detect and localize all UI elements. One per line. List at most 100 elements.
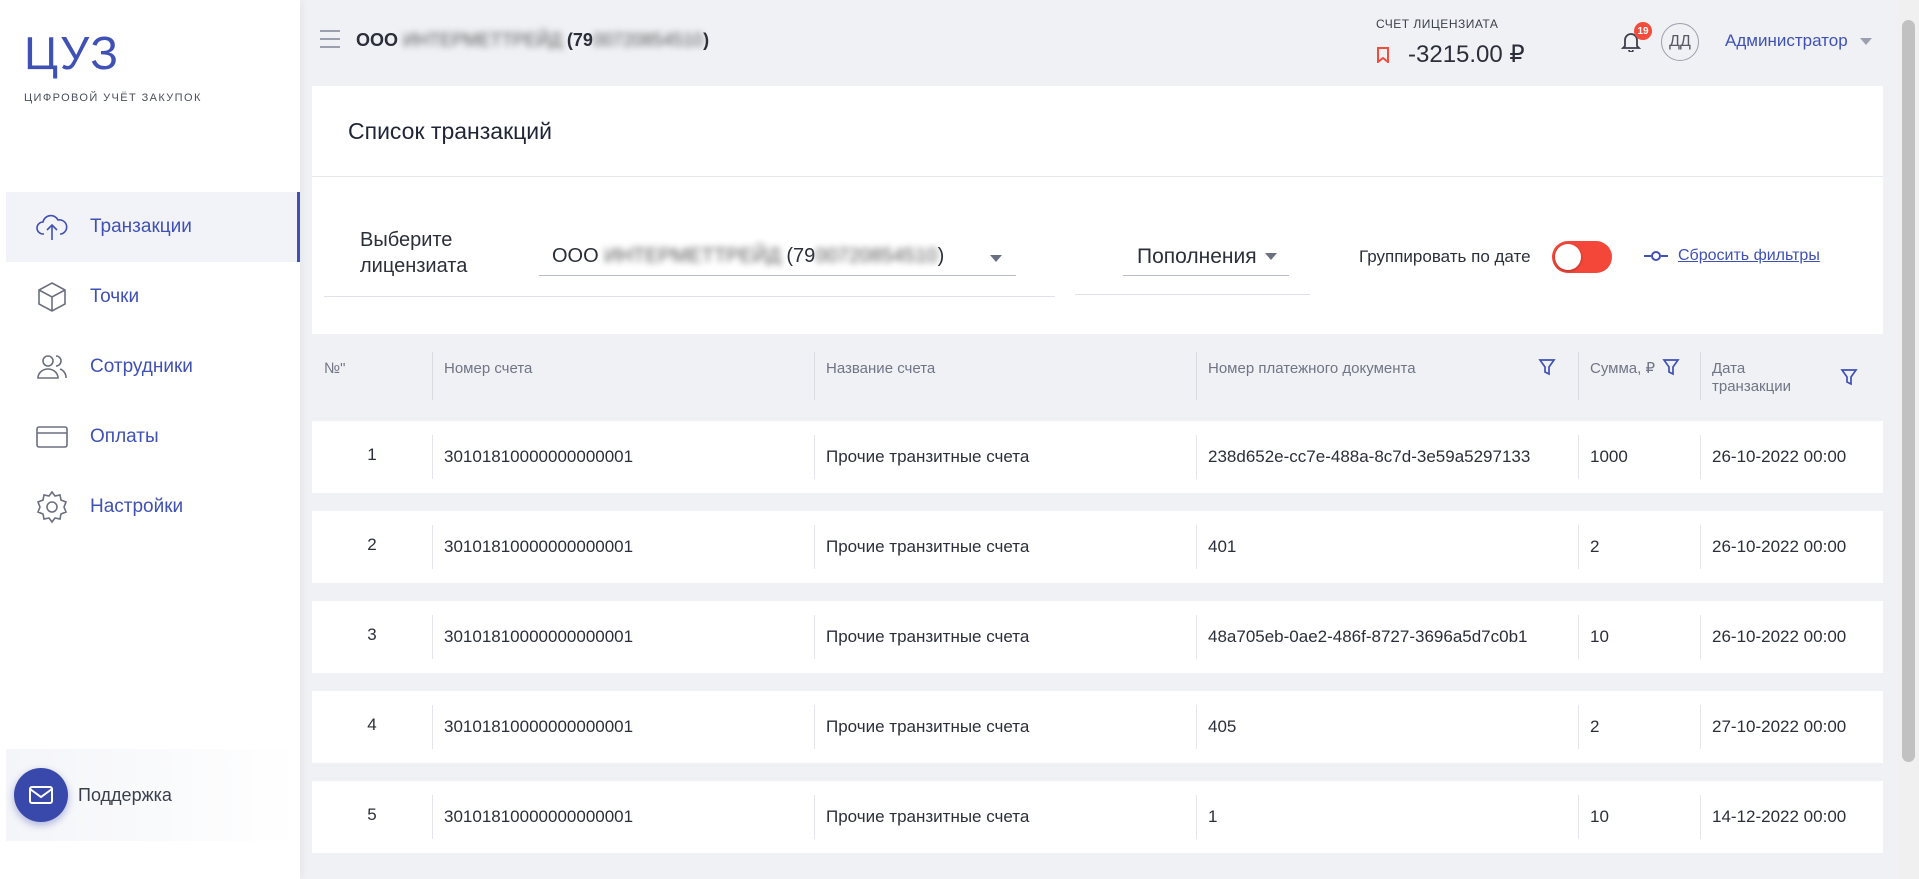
cell-date: 27-10-2022 00:00 <box>1700 691 1883 763</box>
filter-icon[interactable] <box>1662 358 1680 376</box>
column-header-account-name[interactable]: Название счета <box>814 334 1196 421</box>
cell-date: 26-10-2022 00:00 <box>1700 421 1883 493</box>
menu-toggle-icon[interactable] <box>320 30 340 52</box>
cell-amount: 2 <box>1578 691 1700 763</box>
column-header-label: Номер платежного документа <box>1208 360 1416 377</box>
main-content: Список транзакций Выберите лицензиата ОО… <box>312 86 1883 871</box>
chevron-down-icon <box>1264 253 1277 260</box>
account-label: СЧЕТ ЛИЦЕНЗИАТА <box>1376 17 1499 31</box>
licensee-label-line1: Выберите <box>360 229 453 251</box>
mail-icon <box>29 786 53 804</box>
licensee-prefix: ООО <box>552 245 599 267</box>
licensee-label: Выберите лицензиата <box>360 227 467 279</box>
page-scrollbar[interactable] <box>1898 0 1919 879</box>
cell-account-name: Прочие транзитные счета <box>814 511 1196 583</box>
licensee-inn-prefix: (79 <box>786 245 816 267</box>
avatar[interactable]: ДД <box>1661 23 1699 61</box>
transaction-type-value: Пополнения <box>1137 244 1257 268</box>
transaction-type-select[interactable]: Пополнения <box>1123 238 1289 276</box>
sidebar-item-label: Транзакции <box>90 216 192 237</box>
column-header-account-number[interactable]: Номер счета <box>432 334 814 421</box>
support-label[interactable]: Поддержка <box>78 785 172 806</box>
top-bar: ООО ИНТЕРМЕТТРЕЙД (7900720854510) СЧЕТ Л… <box>300 0 1898 86</box>
sidebar-item-transactions[interactable]: Транзакции <box>6 192 300 262</box>
cell-account-number: 30101810000000000001 <box>432 781 814 853</box>
cell-num: 2 <box>367 535 377 554</box>
filter-icon[interactable] <box>1538 358 1556 376</box>
notifications-badge: 19 <box>1634 22 1652 40</box>
filters-panel: Выберите лицензиата ООО ИНТЕРМЕТТРЕЙД (7… <box>312 177 1883 334</box>
cell-payment-doc: 401 <box>1196 511 1578 583</box>
sidebar-item-label: Точки <box>90 286 140 307</box>
sidebar-item-label: Оплаты <box>90 426 159 447</box>
reset-filters-link[interactable]: Сбросить фильтры <box>1642 247 1820 265</box>
cell-account-number: 30101810000000000001 <box>432 511 814 583</box>
cell-amount: 10 <box>1578 601 1700 673</box>
divider <box>1075 294 1310 295</box>
group-by-date-label: Группировать по дате <box>1359 247 1531 266</box>
cell-num: 5 <box>367 805 377 824</box>
org-inn-prefix: (79 <box>566 30 593 50</box>
column-header-amount[interactable]: Сумма, ₽ <box>1578 334 1700 421</box>
table-row[interactable]: 5 30101810000000000001 Прочие транзитные… <box>312 781 1883 853</box>
reset-filters-label: Сбросить фильтры <box>1678 247 1820 264</box>
cell-amount: 2 <box>1578 511 1700 583</box>
sidebar-item-payments[interactable]: Оплаты <box>6 402 300 472</box>
licensee-inn-blurred: 00720854510 <box>815 245 938 267</box>
org-inn-suffix: ) <box>703 30 710 50</box>
cell-account-name: Прочие транзитные счета <box>814 691 1196 763</box>
page-title: Список транзакций <box>312 86 1883 177</box>
cell-date: 26-10-2022 00:00 <box>1700 511 1883 583</box>
table-row[interactable]: 1 30101810000000000001 Прочие транзитные… <box>312 421 1883 493</box>
sidebar-item-employees[interactable]: Сотрудники <box>6 332 300 402</box>
licensee-inn-suffix: ) <box>937 245 945 267</box>
chevron-down-icon <box>990 255 1002 262</box>
bookmark-icon <box>1377 46 1389 63</box>
logo-subtitle: ЦИФРОВОЙ УЧЁТ ЗАКУПОК <box>24 92 202 104</box>
cell-payment-doc: 238d652e-cc7e-488a-8c7d-3e59a5297133 <box>1196 421 1578 493</box>
user-menu[interactable]: Администратор <box>1725 31 1872 51</box>
cell-account-name: Прочие транзитные счета <box>814 601 1196 673</box>
table-row[interactable]: 2 30101810000000000001 Прочие транзитные… <box>312 511 1883 583</box>
filter-icon[interactable] <box>1840 368 1858 386</box>
cell-amount: 1000 <box>1578 421 1700 493</box>
cell-amount: 10 <box>1578 781 1700 853</box>
cell-date: 14-12-2022 00:00 <box>1700 781 1883 853</box>
transactions-table: №" Номер счета Название счета Номер плат… <box>312 334 1883 853</box>
licensee-select[interactable]: ООО ИНТЕРМЕТТРЕЙД (79 00720854510) <box>539 238 1016 276</box>
cell-num: 1 <box>367 445 377 464</box>
account-balance: -3215.00 ₽ <box>1376 40 1525 69</box>
user-name: Администратор <box>1725 31 1848 50</box>
account-value: -3215.00 ₽ <box>1408 41 1525 68</box>
licensee-name-blurred: ИНТЕРМЕТТРЕЙД <box>604 245 781 267</box>
column-header-label: Сумма, ₽ <box>1590 360 1656 377</box>
column-header-num[interactable]: №" <box>312 334 432 421</box>
scrollbar-thumb[interactable] <box>1902 20 1915 762</box>
credit-card-icon <box>34 419 70 455</box>
notifications-button[interactable]: 19 <box>1620 22 1652 54</box>
cube-icon <box>34 279 70 315</box>
support-panel: Поддержка <box>6 749 300 841</box>
support-button[interactable] <box>14 768 68 822</box>
group-by-date-toggle[interactable] <box>1552 241 1612 273</box>
cell-account-number: 30101810000000000001 <box>432 601 814 673</box>
cell-payment-doc: 405 <box>1196 691 1578 763</box>
sidebar-item-points[interactable]: Точки <box>6 262 300 332</box>
column-header-payment-doc[interactable]: Номер платежного документа <box>1196 334 1578 421</box>
table-row[interactable]: 3 30101810000000000001 Прочие транзитные… <box>312 601 1883 673</box>
divider <box>324 296 1055 297</box>
sidebar-item-label: Настройки <box>90 496 184 517</box>
cell-payment-doc: 48a705eb-0ae2-486f-8727-3696a5d7c0b1 <box>1196 601 1578 673</box>
sidebar-nav: Транзакции Точки Сотрудники Оплаты Настр… <box>6 192 300 542</box>
column-header-date[interactable]: Дата транзакции <box>1700 334 1883 421</box>
sidebar-item-settings[interactable]: Настройки <box>6 472 300 542</box>
chevron-down-icon <box>1859 37 1872 45</box>
cell-account-number: 30101810000000000001 <box>432 421 814 493</box>
table-row[interactable]: 4 30101810000000000001 Прочие транзитные… <box>312 691 1883 763</box>
logo-title: ЦУЗ <box>24 27 121 79</box>
cloud-upload-icon <box>34 209 70 245</box>
cell-num: 4 <box>367 715 377 734</box>
org-name-blurred: ИНТЕРМЕТТРЕЙД <box>403 30 562 50</box>
cell-payment-doc: 1 <box>1196 781 1578 853</box>
cell-num: 3 <box>367 625 377 644</box>
